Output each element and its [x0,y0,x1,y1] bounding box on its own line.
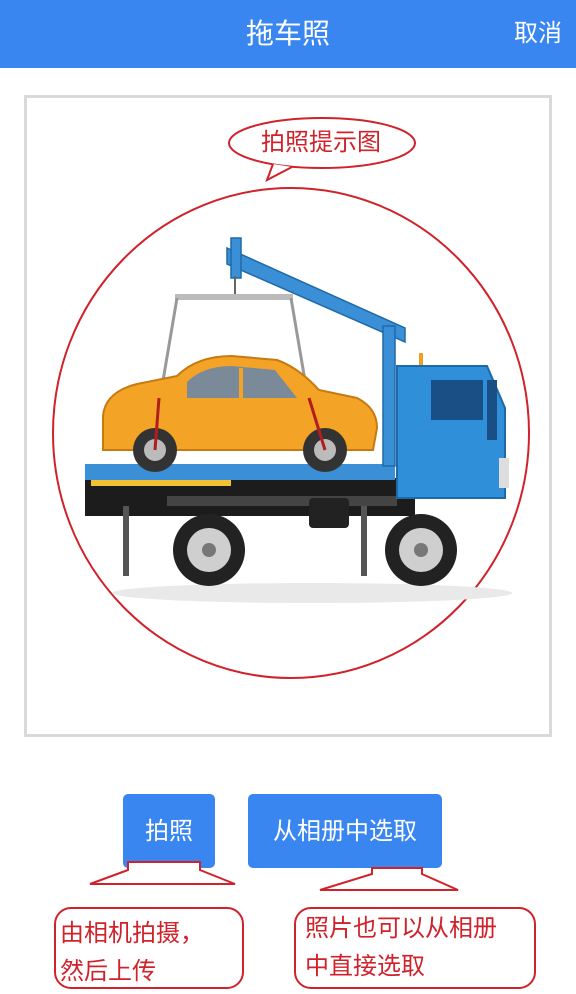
hint-label: 拍照提示图 [261,128,381,156]
camera-note-arrow [89,861,236,885]
camera-note: 由相机拍摄， 然后上传 [60,914,240,990]
camera-note-line-1: 由相机拍摄， [60,919,204,947]
hint-illustration [52,117,530,679]
instruction-annotations: 由相机拍摄， 然后上传 照片也可以从相册 中直接选取 [0,860,576,994]
album-note: 照片也可以从相册 中直接选取 [305,909,530,985]
album-note-arrow [319,867,459,891]
camera-note-line-2: 然后上传 [60,957,156,985]
choose-from-album-button[interactable]: 从相册中选取 [248,794,442,868]
cancel-button[interactable]: 取消 [514,0,562,68]
app-header: 拖车照 取消 [0,0,576,68]
photo-hint-panel: 拍照提示图 [24,95,552,737]
take-photo-button[interactable]: 拍照 [123,794,215,868]
page-title: 拖车照 [245,17,330,50]
tow-truck-illustration [85,237,512,603]
album-note-line-2: 中直接选取 [305,952,425,980]
album-note-line-1: 照片也可以从相册 [305,914,497,942]
